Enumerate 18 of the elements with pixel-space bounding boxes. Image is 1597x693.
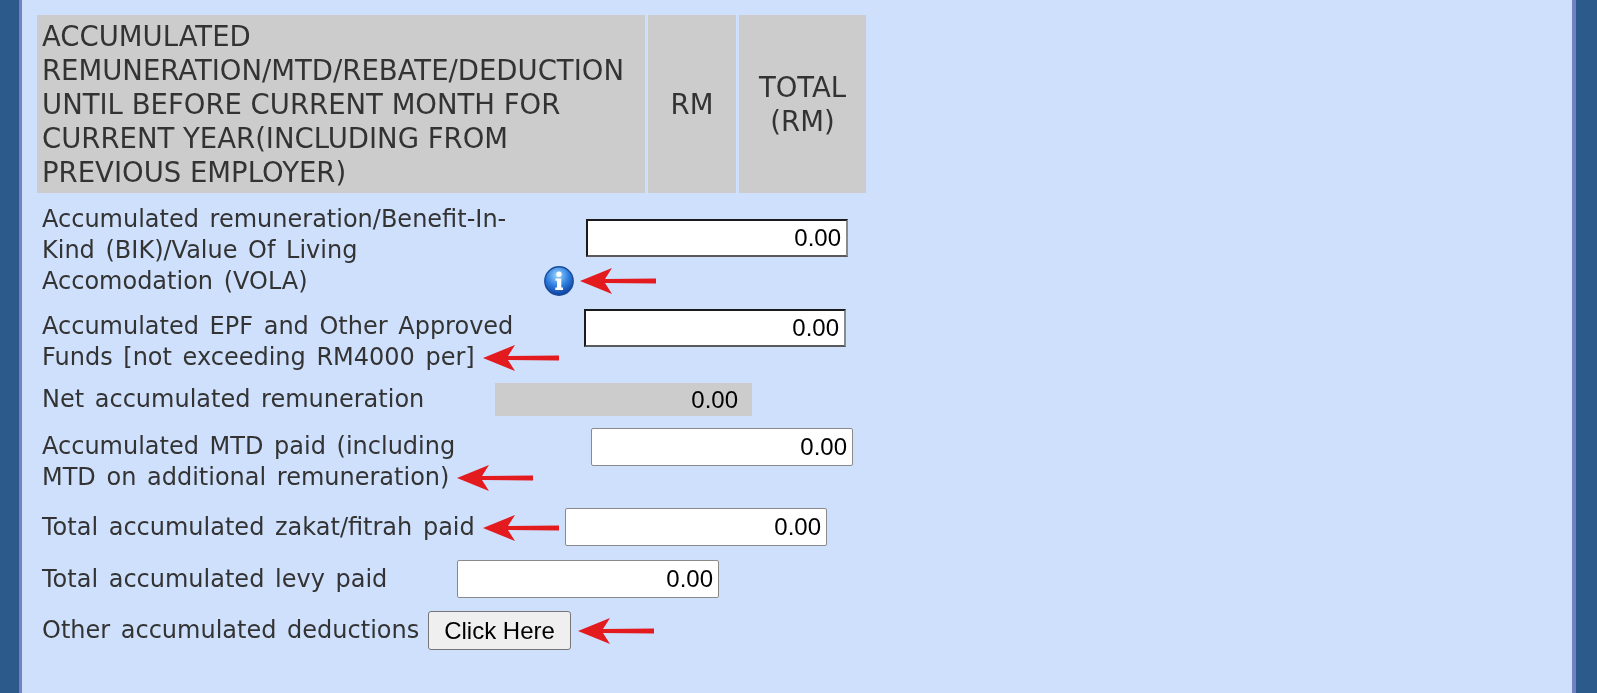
field-label: Other accumulated deductions	[42, 616, 420, 644]
field-label: Total accumulated levy paid	[42, 564, 388, 593]
column-header: TOTAL (RM)	[739, 15, 866, 193]
column-header: RM	[648, 15, 736, 193]
field-label: Accumulated remuneration/Benefit-In-Kind (BIK)/Value Of Living Accomodation (VOLA)	[42, 204, 508, 297]
amount-field[interactable]: 0.00	[584, 309, 846, 347]
readonly-field: 0.00	[495, 383, 752, 416]
info-icon[interactable]	[544, 266, 574, 296]
amount-field[interactable]: 0.00	[591, 428, 853, 466]
click-here-button[interactable]: Click Here	[428, 611, 571, 650]
field-label: Accumulated MTD paid (including MTD on additional remuneration)	[42, 432, 456, 491]
column-header: ACCUMULATED REMUNERATION/MTD/REBATE/DEDUCTION UNTIL BEFORE CURRENT MONTH FOR CURRENT YEAR(INCLUDING FROM PREVIOUS EMPLOYER)	[37, 15, 645, 193]
amount-field[interactable]: 0.00	[565, 508, 827, 546]
field-label: Net accumulated remuneration	[42, 385, 425, 413]
amount-field[interactable]: 0.00	[457, 560, 719, 598]
field-label: Accumulated EPF and Other Approved Funds [not exceeding RM4000 per]	[42, 312, 514, 371]
amount-field[interactable]: 0.00	[586, 219, 848, 257]
field-label: Total accumulated zakat/fitrah paid	[42, 512, 475, 541]
